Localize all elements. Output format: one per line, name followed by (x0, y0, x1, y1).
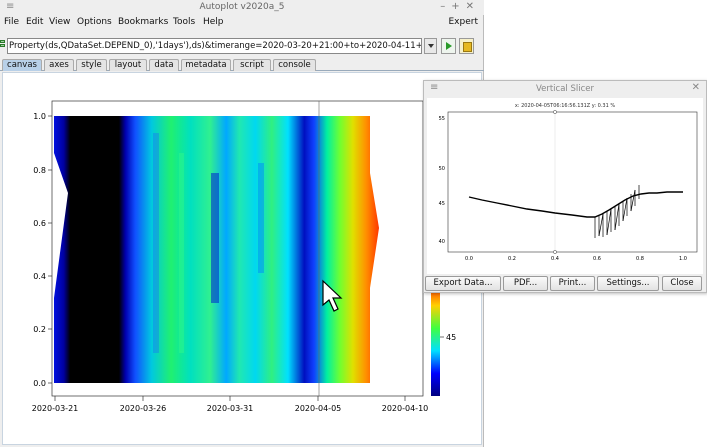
streak (211, 173, 219, 303)
tab-axes[interactable]: axes (44, 59, 74, 71)
slice-x-axis: 0.0 0.2 0.4 0.6 0.8 1.0 (465, 256, 687, 262)
tab-script[interactable]: script (233, 59, 271, 71)
go-play-icon[interactable] (441, 38, 456, 54)
slice-x-tick-label: 0.6 (593, 256, 601, 262)
slicer-close-icon[interactable]: ✕ (692, 82, 700, 93)
slice-y-tick-label: 50 (439, 166, 445, 172)
bookmark-folder-icon[interactable] (459, 38, 474, 54)
slice-y-tick-label: 55 (439, 116, 445, 122)
spectrogram-plot[interactable]: 0.0 0.2 0.4 0.6 0.8 1.0 2020-03-21 2020-… (3, 73, 481, 444)
x-axis: 2020-03-21 2020-03-26 2020-03-31 2020-04… (32, 396, 429, 413)
menu-tools[interactable]: Tools (173, 17, 195, 27)
tab-canvas[interactable]: canvas (2, 59, 42, 71)
tab-metadata[interactable]: metadata (181, 59, 231, 71)
address-bar: Property(ds,QDataSet.DEPEND_0),'1days'),… (0, 36, 484, 56)
menu-options[interactable]: Options (77, 17, 112, 27)
slice-plot[interactable]: x: 2020-04-05T06:16:56.131Z y: 0.31 % 55… (427, 98, 703, 274)
slice-plot-svg: x: 2020-04-05T06:16:56.131Z y: 0.31 % 55… (439, 103, 698, 262)
title-bar: ≡ Autoplot v2020a_5 –+✕ (0, 0, 484, 15)
menu-edit[interactable]: Edit (26, 17, 43, 27)
slice-x-tick-label: 0.2 (508, 256, 516, 262)
tab-bar: canvas axes style layout data metadata s… (0, 58, 484, 71)
uri-input[interactable]: Property(ds,QDataSet.DEPEND_0),'1days'),… (7, 38, 422, 54)
tab-console[interactable]: console (273, 59, 316, 71)
slice-plot-frame (447, 111, 698, 253)
y-tick-label: 0.6 (33, 219, 46, 228)
main-window: ≡ Autoplot v2020a_5 –+✕ File Edit View O… (0, 0, 484, 447)
data-source-icon (0, 40, 6, 51)
y-tick-label: 0.2 (33, 325, 46, 334)
streak (258, 163, 264, 273)
x-tick-label: 2020-04-05 (295, 404, 342, 413)
slice-plot-title: x: 2020-04-05T06:16:56.131Z y: 0.31 % (515, 103, 616, 109)
x-tick-label: 2020-03-26 (120, 404, 167, 413)
colorbar-tick-label: 45 (446, 333, 456, 342)
x-tick-label: 2020-03-21 (32, 404, 79, 413)
slicer-title-bar: ≡ Vertical Slicer ✕ (424, 81, 706, 96)
slice-x-tick-label: 0.8 (636, 256, 644, 262)
slice-y-axis: 55 50 45 40 (439, 116, 445, 245)
plot-canvas[interactable]: 0.0 0.2 0.4 0.6 0.8 1.0 2020-03-21 2020-… (2, 72, 482, 445)
tab-style[interactable]: style (76, 59, 107, 71)
close-button[interactable]: Close (662, 276, 702, 291)
menu-view[interactable]: View (49, 17, 70, 27)
slice-y-tick-label: 45 (439, 201, 445, 207)
window-controls-icon[interactable]: –+✕ (440, 1, 480, 12)
slice-marker-bottom (553, 250, 557, 254)
tab-layout[interactable]: layout (109, 59, 147, 71)
window-title: Autoplot v2020a_5 (199, 2, 285, 12)
menu-bar: File Edit View Options Bookmarks Tools H… (0, 15, 484, 31)
menu-help[interactable]: Help (203, 17, 224, 27)
colorbar (431, 283, 440, 396)
slice-x-tick-label: 0.4 (551, 256, 559, 262)
uri-dropdown-icon[interactable] (424, 38, 437, 54)
vertical-slicer-window: ≡ Vertical Slicer ✕ x: 2020-04-05T06:16:… (423, 80, 707, 293)
y-tick-label: 0.4 (33, 272, 46, 281)
y-axis: 0.0 0.2 0.4 0.6 0.8 1.0 (33, 112, 52, 388)
slice-x-tick-label: 0.0 (465, 256, 473, 262)
menu-bookmarks[interactable]: Bookmarks (118, 17, 168, 27)
slice-x-tick-label: 1.0 (679, 256, 687, 262)
settings-button[interactable]: Settings... (597, 276, 659, 291)
slicer-button-bar: Export Data... PDF... Print... Settings.… (424, 276, 706, 292)
menu-file[interactable]: File (4, 17, 19, 27)
y-tick-label: 0.0 (33, 379, 46, 388)
expert-menu[interactable]: Expert (449, 17, 479, 27)
y-tick-label: 0.8 (33, 166, 46, 175)
tab-data[interactable]: data (149, 59, 179, 71)
slicer-title: Vertical Slicer (535, 84, 595, 94)
pdf-button[interactable]: PDF... (503, 276, 548, 291)
streak (153, 133, 159, 353)
x-tick-label: 2020-04-10 (382, 404, 429, 413)
slice-marker-top (553, 110, 557, 114)
y-tick-label: 1.0 (33, 112, 46, 121)
streak (179, 153, 184, 353)
slice-y-tick-label: 40 (439, 239, 445, 245)
export-data-button[interactable]: Export Data... (425, 276, 501, 291)
x-tick-label: 2020-03-31 (207, 404, 254, 413)
print-button[interactable]: Print... (550, 276, 595, 291)
